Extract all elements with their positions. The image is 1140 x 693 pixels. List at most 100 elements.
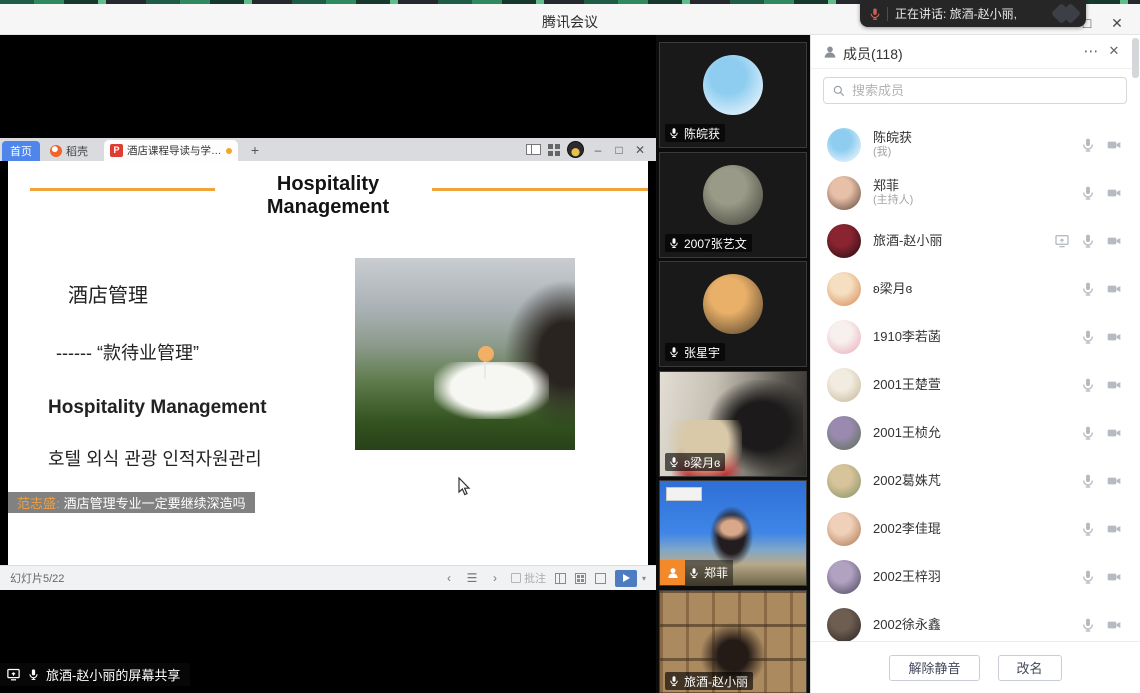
video-tile[interactable]: 张星宇	[659, 261, 807, 367]
mic-icon[interactable]	[1080, 473, 1096, 489]
unsaved-dot-icon	[226, 148, 232, 154]
video-tile[interactable]: 旅酒-赵小丽	[659, 590, 807, 693]
mic-icon[interactable]	[1080, 377, 1096, 393]
mic-icon[interactable]	[1080, 521, 1096, 537]
member-info: 2002李佳琨	[873, 521, 941, 537]
mic-icon	[668, 675, 680, 687]
video-tile[interactable]: 陈皖获	[659, 42, 807, 148]
video-tile[interactable]: 郑菲	[659, 480, 807, 586]
tab-grid-icon[interactable]	[548, 144, 560, 156]
participant-name: 旅酒-赵小丽	[684, 673, 748, 690]
tile-name-label: 旅酒-赵小丽	[665, 672, 753, 690]
slide-sorter-button[interactable]	[575, 573, 586, 584]
comment-button[interactable]: 批注	[511, 570, 546, 586]
window-close-button[interactable]: ✕	[1106, 13, 1128, 33]
participant-name: ʚ梁月ɞ	[684, 454, 720, 471]
next-slide-button[interactable]: ›	[488, 571, 502, 585]
wps-close-button[interactable]: ✕	[633, 143, 647, 157]
member-avatar	[827, 128, 861, 162]
member-status-icons	[1080, 137, 1122, 153]
member-status-icons	[1080, 569, 1122, 585]
member-row[interactable]: 陈皖获 (我)	[811, 121, 1140, 169]
layout-split-icon[interactable]	[526, 144, 541, 155]
camera-icon[interactable]	[1106, 137, 1122, 153]
member-avatar	[827, 368, 861, 402]
close-panel-button[interactable]: ✕	[1106, 43, 1122, 59]
mic-icon[interactable]	[1080, 569, 1096, 585]
tab-presentation[interactable]: P 酒店课程导读与学习经验分享(1)	[104, 140, 238, 161]
reading-view-button[interactable]	[595, 573, 606, 584]
members-icon	[822, 44, 838, 60]
unmute-button[interactable]: 解除静音	[889, 655, 979, 681]
member-status-icons	[1080, 521, 1122, 537]
member-row[interactable]: 2002葛姝芃	[811, 457, 1140, 505]
mic-icon[interactable]	[1080, 329, 1096, 345]
member-row[interactable]: 2001王桢允	[811, 409, 1140, 457]
member-name: 陈皖获	[873, 130, 912, 146]
prev-slide-button[interactable]: ‹	[442, 571, 456, 585]
tab-docer[interactable]: 稻壳	[46, 141, 102, 161]
camera-icon[interactable]	[1106, 329, 1122, 345]
mic-icon[interactable]	[1080, 425, 1096, 441]
video-tile[interactable]: ʚ梁月ɞ	[659, 371, 807, 477]
member-row[interactable]: 2002王梓羽	[811, 553, 1140, 601]
camera-icon[interactable]	[1106, 521, 1122, 537]
normal-view-button[interactable]	[555, 573, 566, 584]
camera-icon[interactable]	[1106, 425, 1122, 441]
member-search-box[interactable]	[823, 77, 1127, 104]
camera-icon[interactable]	[1106, 233, 1122, 249]
member-name: 郑菲	[873, 178, 913, 194]
camera-icon[interactable]	[1106, 281, 1122, 297]
mic-icon	[668, 237, 680, 249]
member-avatar	[827, 176, 861, 210]
members-footer: 解除静音 改名	[811, 641, 1140, 693]
member-status-icons	[1080, 329, 1122, 345]
play-dropdown-caret[interactable]: ▾	[642, 574, 646, 583]
more-options-button[interactable]: ⋯	[1082, 42, 1100, 60]
shared-screen-view: 首页 稻壳 P 酒店课程导读与学习经验分享(1) + – □ ✕	[0, 35, 656, 693]
new-tab-button[interactable]: +	[246, 140, 264, 160]
camera-icon[interactable]	[1106, 617, 1122, 633]
search-input[interactable]	[852, 83, 1118, 98]
tab-home[interactable]: 首页	[2, 141, 40, 161]
rename-button[interactable]: 改名	[998, 655, 1062, 681]
member-row[interactable]: 2002徐永鑫	[811, 601, 1140, 641]
waiter-photo	[355, 258, 575, 450]
tile-name-label: ʚ梁月ɞ	[665, 453, 725, 471]
mic-icon[interactable]	[1080, 281, 1096, 297]
camera-icon[interactable]	[1106, 377, 1122, 393]
participant-avatar	[703, 165, 763, 225]
wps-restore-button[interactable]: □	[612, 143, 626, 157]
participant-name: 郑菲	[704, 564, 728, 581]
camera-icon[interactable]	[1106, 569, 1122, 585]
member-info: 2002徐永鑫	[873, 617, 941, 633]
wps-account-avatar[interactable]	[567, 141, 584, 158]
camera-icon[interactable]	[1106, 473, 1122, 489]
mic-icon[interactable]	[1080, 185, 1096, 201]
tencent-meeting-window: 腾讯会议 □ ✕ 正在讲话: 旅酒-赵小丽, 首页 稻壳 P 酒店课程导读与学习…	[0, 0, 1140, 693]
slide-text: 酒店管理	[68, 279, 148, 308]
mic-icon[interactable]	[1080, 617, 1096, 633]
member-info: 郑菲 (主持人)	[873, 178, 913, 208]
danmaku-caption: 范志盛: 酒店管理专业一定要继续深造吗	[8, 492, 255, 513]
member-row[interactable]: 2002李佳琨	[811, 505, 1140, 553]
camera-icon[interactable]	[1106, 185, 1122, 201]
slide-list-button[interactable]: ☰	[465, 571, 479, 585]
member-row[interactable]: 2001王楚萱	[811, 361, 1140, 409]
wps-minimize-button[interactable]: –	[591, 143, 605, 157]
video-tile[interactable]: 2007张艺文	[659, 152, 807, 258]
member-row[interactable]: 1910李若菡	[811, 313, 1140, 361]
mic-icon[interactable]	[1080, 233, 1096, 249]
participant-name: 2007张艺文	[684, 235, 747, 252]
search-icon	[832, 84, 846, 98]
member-row[interactable]: 郑菲 (主持人)	[811, 169, 1140, 217]
member-row[interactable]: 旅酒-赵小丽	[811, 217, 1140, 265]
slideshow-play-button[interactable]	[615, 570, 637, 587]
panel-scrollbar[interactable]	[1132, 38, 1139, 78]
active-mic-icon	[27, 668, 40, 681]
mic-icon[interactable]	[1080, 137, 1096, 153]
member-info: 2001王桢允	[873, 425, 941, 441]
member-row[interactable]: ʚ梁月ɞ	[811, 265, 1140, 313]
tile-name-label: 郑菲	[685, 560, 733, 585]
mic-icon	[688, 567, 700, 579]
